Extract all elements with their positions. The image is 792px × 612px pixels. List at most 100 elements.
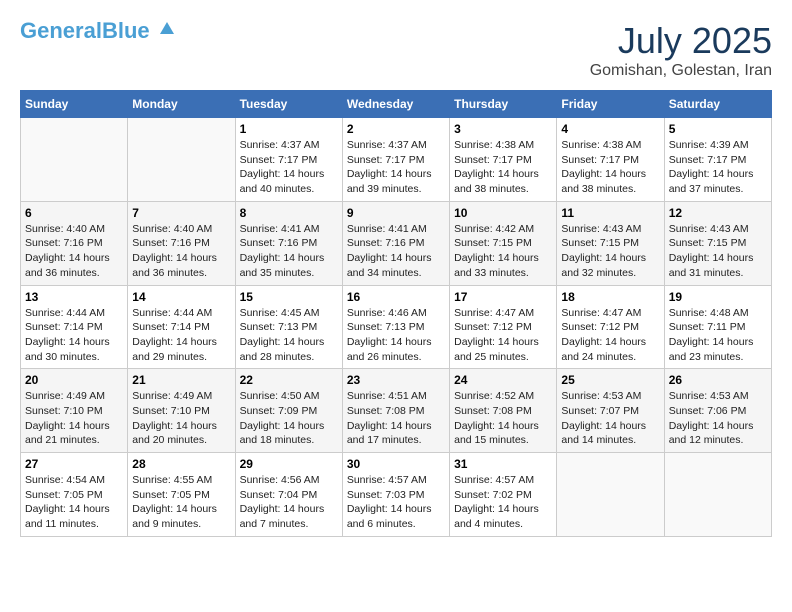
day-number: 6: [25, 206, 123, 220]
table-row: 3 Sunrise: 4:38 AMSunset: 7:17 PMDaylight…: [450, 118, 557, 202]
day-info: Sunrise: 4:39 AMSunset: 7:17 PMDaylight:…: [669, 138, 767, 197]
day-number: 24: [454, 373, 552, 387]
day-number: 26: [669, 373, 767, 387]
day-number: 23: [347, 373, 445, 387]
table-row: 9 Sunrise: 4:41 AMSunset: 7:16 PMDaylight…: [342, 201, 449, 285]
day-info: Sunrise: 4:38 AMSunset: 7:17 PMDaylight:…: [561, 138, 659, 197]
day-number: 14: [132, 290, 230, 304]
day-info: Sunrise: 4:51 AMSunset: 7:08 PMDaylight:…: [347, 389, 445, 448]
day-info: Sunrise: 4:48 AMSunset: 7:11 PMDaylight:…: [669, 306, 767, 365]
title-block: July 2025 Gomishan, Golestan, Iran: [590, 20, 772, 80]
calendar-header-row: Sunday Monday Tuesday Wednesday Thursday…: [21, 91, 772, 118]
table-row: 17 Sunrise: 4:47 AMSunset: 7:12 PMDayligh…: [450, 285, 557, 369]
table-row: [128, 118, 235, 202]
table-row: 24Sunrise: 4:52 AMSunset: 7:08 PMDayligh…: [450, 369, 557, 453]
day-info: Sunrise: 4:43 AMSunset: 7:15 PMDaylight:…: [669, 222, 767, 281]
day-number: 8: [240, 206, 338, 220]
day-number: 3: [454, 122, 552, 136]
logo-general: General: [20, 18, 102, 43]
day-number: 1: [240, 122, 338, 136]
table-row: 12Sunrise: 4:43 AMSunset: 7:15 PMDayligh…: [664, 201, 771, 285]
day-number: 5: [669, 122, 767, 136]
day-info: Sunrise: 4:49 AMSunset: 7:10 PMDaylight:…: [25, 389, 123, 448]
day-info: Sunrise: 4:57 AMSunset: 7:02 PMDaylight:…: [454, 473, 552, 532]
table-row: 4 Sunrise: 4:38 AMSunset: 7:17 PMDaylight…: [557, 118, 664, 202]
day-number: 21: [132, 373, 230, 387]
table-row: 29Sunrise: 4:56 AMSunset: 7:04 PMDayligh…: [235, 453, 342, 537]
day-number: 10: [454, 206, 552, 220]
day-info: Sunrise: 4:44 AMSunset: 7:14 PMDaylight:…: [25, 306, 123, 365]
table-row: 10 Sunrise: 4:42 AMSunset: 7:15 PMDayligh…: [450, 201, 557, 285]
col-friday: Friday: [557, 91, 664, 118]
month-title: July 2025: [590, 20, 772, 62]
col-thursday: Thursday: [450, 91, 557, 118]
table-row: 28Sunrise: 4:55 AMSunset: 7:05 PMDayligh…: [128, 453, 235, 537]
day-info: Sunrise: 4:37 AMSunset: 7:17 PMDaylight:…: [347, 138, 445, 197]
calendar-week-row: 6 Sunrise: 4:40 AMSunset: 7:16 PMDaylight…: [21, 201, 772, 285]
day-number: 15: [240, 290, 338, 304]
day-number: 29: [240, 457, 338, 471]
day-info: Sunrise: 4:47 AMSunset: 7:12 PMDaylight:…: [561, 306, 659, 365]
table-row: 1 Sunrise: 4:37 AMSunset: 7:17 PMDaylight…: [235, 118, 342, 202]
day-info: Sunrise: 4:49 AMSunset: 7:10 PMDaylight:…: [132, 389, 230, 448]
logo-icon: [158, 20, 176, 42]
day-info: Sunrise: 4:53 AMSunset: 7:07 PMDaylight:…: [561, 389, 659, 448]
day-info: Sunrise: 4:50 AMSunset: 7:09 PMDaylight:…: [240, 389, 338, 448]
logo: GeneralBlue: [20, 20, 176, 42]
day-number: 17: [454, 290, 552, 304]
day-number: 22: [240, 373, 338, 387]
day-info: Sunrise: 4:40 AMSunset: 7:16 PMDaylight:…: [25, 222, 123, 281]
day-number: 2: [347, 122, 445, 136]
day-info: Sunrise: 4:42 AMSunset: 7:15 PMDaylight:…: [454, 222, 552, 281]
day-info: Sunrise: 4:41 AMSunset: 7:16 PMDaylight:…: [240, 222, 338, 281]
day-info: Sunrise: 4:47 AMSunset: 7:12 PMDaylight:…: [454, 306, 552, 365]
day-number: 7: [132, 206, 230, 220]
day-number: 16: [347, 290, 445, 304]
day-info: Sunrise: 4:40 AMSunset: 7:16 PMDaylight:…: [132, 222, 230, 281]
table-row: 20 Sunrise: 4:49 AMSunset: 7:10 PMDayligh…: [21, 369, 128, 453]
col-monday: Monday: [128, 91, 235, 118]
day-info: Sunrise: 4:45 AMSunset: 7:13 PMDaylight:…: [240, 306, 338, 365]
logo-blue: Blue: [102, 18, 150, 43]
table-row: 5 Sunrise: 4:39 AMSunset: 7:17 PMDaylight…: [664, 118, 771, 202]
table-row: 23 Sunrise: 4:51 AMSunset: 7:08 PMDayligh…: [342, 369, 449, 453]
day-number: 18: [561, 290, 659, 304]
col-tuesday: Tuesday: [235, 91, 342, 118]
col-sunday: Sunday: [21, 91, 128, 118]
table-row: 8 Sunrise: 4:41 AMSunset: 7:16 PMDaylight…: [235, 201, 342, 285]
day-number: 31: [454, 457, 552, 471]
calendar-week-row: 27Sunrise: 4:54 AMSunset: 7:05 PMDayligh…: [21, 453, 772, 537]
day-info: Sunrise: 4:38 AMSunset: 7:17 PMDaylight:…: [454, 138, 552, 197]
day-number: 25: [561, 373, 659, 387]
table-row: 18 Sunrise: 4:47 AMSunset: 7:12 PMDayligh…: [557, 285, 664, 369]
day-info: Sunrise: 4:53 AMSunset: 7:06 PMDaylight:…: [669, 389, 767, 448]
table-row: 2 Sunrise: 4:37 AMSunset: 7:17 PMDaylight…: [342, 118, 449, 202]
day-number: 27: [25, 457, 123, 471]
day-info: Sunrise: 4:44 AMSunset: 7:14 PMDaylight:…: [132, 306, 230, 365]
day-info: Sunrise: 4:41 AMSunset: 7:16 PMDaylight:…: [347, 222, 445, 281]
calendar-week-row: 1 Sunrise: 4:37 AMSunset: 7:17 PMDaylight…: [21, 118, 772, 202]
table-row: [664, 453, 771, 537]
page-header: GeneralBlue July 2025 Gomishan, Golestan…: [20, 20, 772, 80]
table-row: 27Sunrise: 4:54 AMSunset: 7:05 PMDayligh…: [21, 453, 128, 537]
day-info: Sunrise: 4:43 AMSunset: 7:15 PMDaylight:…: [561, 222, 659, 281]
table-row: 31 Sunrise: 4:57 AMSunset: 7:02 PMDayligh…: [450, 453, 557, 537]
table-row: 25 Sunrise: 4:53 AMSunset: 7:07 PMDayligh…: [557, 369, 664, 453]
table-row: [557, 453, 664, 537]
table-row: 19Sunrise: 4:48 AMSunset: 7:11 PMDayligh…: [664, 285, 771, 369]
table-row: 16Sunrise: 4:46 AMSunset: 7:13 PMDayligh…: [342, 285, 449, 369]
table-row: 26 Sunrise: 4:53 AMSunset: 7:06 PMDayligh…: [664, 369, 771, 453]
day-number: 4: [561, 122, 659, 136]
calendar-week-row: 13Sunrise: 4:44 AMSunset: 7:14 PMDayligh…: [21, 285, 772, 369]
table-row: 13Sunrise: 4:44 AMSunset: 7:14 PMDayligh…: [21, 285, 128, 369]
day-number: 30: [347, 457, 445, 471]
day-number: 28: [132, 457, 230, 471]
day-number: 20: [25, 373, 123, 387]
day-number: 9: [347, 206, 445, 220]
table-row: 6 Sunrise: 4:40 AMSunset: 7:16 PMDaylight…: [21, 201, 128, 285]
location-title: Gomishan, Golestan, Iran: [590, 62, 772, 80]
table-row: 14 Sunrise: 4:44 AMSunset: 7:14 PMDayligh…: [128, 285, 235, 369]
day-info: Sunrise: 4:37 AMSunset: 7:17 PMDaylight:…: [240, 138, 338, 197]
calendar-week-row: 20 Sunrise: 4:49 AMSunset: 7:10 PMDayligh…: [21, 369, 772, 453]
table-row: [21, 118, 128, 202]
